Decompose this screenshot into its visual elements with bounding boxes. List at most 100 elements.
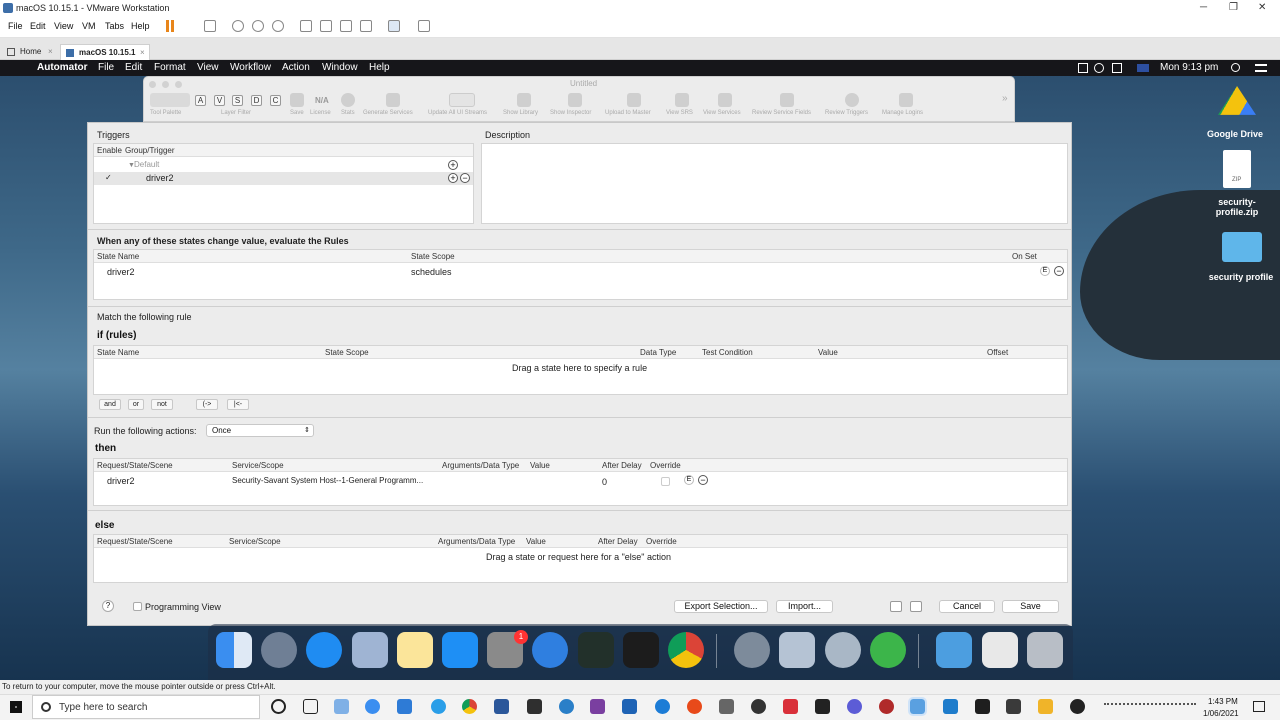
tab-close-icon[interactable]: × [140,45,145,61]
mac-menu-workflow[interactable]: Workflow [230,60,271,76]
state-scope-cell[interactable]: schedules [411,267,452,277]
revert-icon[interactable] [252,20,264,32]
splitter[interactable] [88,417,1071,418]
taskbar-app-icon[interactable] [655,699,670,714]
safari-icon[interactable] [306,632,342,668]
taskbar-date[interactable]: 1/06/2021 [1203,709,1239,718]
enable-checkbox[interactable]: ✓ [105,173,112,182]
else-drop-placeholder[interactable]: Drag a state or request here for a "else… [486,552,671,562]
generate-services-icon[interactable] [386,93,400,107]
mac-clock[interactable]: Mon 9:13 pm [1160,60,1218,76]
edit-state-button[interactable]: E [1040,266,1050,276]
windows-start-icon[interactable] [10,701,22,713]
run-frequency-select[interactable]: Once ⇕ [206,424,314,437]
then-request-cell[interactable]: driver2 [107,476,135,486]
toolbar-v-button[interactable]: V [214,95,225,106]
notification-icon[interactable] [1253,701,1265,712]
snapshot-manager-icon[interactable] [272,20,284,32]
documents-stack-icon[interactable] [982,632,1018,668]
taskbar-app-icon[interactable] [847,699,862,714]
or-button[interactable]: or [128,399,144,410]
save-icon[interactable] [290,93,304,107]
mac-menu-view[interactable]: View [197,60,219,76]
taskbar-app-icon[interactable] [559,699,574,714]
menu-edit[interactable]: Edit [30,21,46,31]
else-table[interactable]: Request/State/Scene Service/Scope Argume… [93,534,1068,583]
send-keys-icon[interactable] [204,20,216,32]
edge-icon[interactable] [431,699,446,714]
view-services-icon[interactable] [718,93,732,107]
taskbar-app-icon[interactable] [1006,699,1021,714]
mac-menu-file[interactable]: File [98,60,114,76]
mac-menu-format[interactable]: Format [154,60,186,76]
keyboard-flag-icon[interactable] [1137,64,1149,72]
taskbar-chrome-icon[interactable] [462,699,477,714]
then-delay-cell[interactable]: 0 [602,477,607,487]
preview-icon[interactable] [825,632,861,668]
app-menu[interactable]: Automator [37,60,88,76]
mac-menu-help[interactable]: Help [369,60,390,76]
upload-master-icon[interactable] [627,93,641,107]
taskbar-search-box[interactable]: Type here to search [32,695,260,719]
taskbar-app-icon[interactable] [397,699,412,714]
snapshot-icon[interactable] [232,20,244,32]
triggers-table[interactable]: Enable Group/Trigger ▼ Default + ✓ drive… [93,143,474,224]
zoom-button[interactable] [175,81,182,88]
description-field[interactable] [481,143,1068,224]
menu-tabs[interactable]: Tabs [105,21,124,31]
export-selection-button[interactable]: Export Selection... [674,600,768,613]
cortana-icon[interactable] [271,699,286,714]
activity-monitor-icon[interactable] [578,632,614,668]
pause-icon[interactable] [166,20,174,32]
folder-icon[interactable] [1222,232,1262,262]
thumbnail-icon[interactable] [320,20,332,32]
splitter[interactable] [88,229,1071,230]
indent-button[interactable]: (-> [196,399,218,410]
menu-extras-icon[interactable] [1255,64,1267,72]
toolbar-c-button[interactable]: C [270,95,281,106]
taskbar-app-icon[interactable] [1038,699,1053,714]
taskbar-app-icon[interactable] [622,699,637,714]
tab-macos[interactable]: macOS 10.15.1 × [60,44,150,60]
sync-arrows-icon[interactable] [870,632,906,668]
edit-action-button[interactable]: E [684,475,694,485]
migration-assistant-icon[interactable] [532,632,568,668]
add-trigger-icon[interactable]: + [448,160,458,170]
spotlight-icon[interactable] [1231,63,1240,72]
taskbar-app-icon[interactable] [590,699,605,714]
downloads-folder-icon[interactable] [936,632,972,668]
control-strip-icon[interactable] [1094,63,1104,73]
automator-icon[interactable] [734,632,770,668]
toolbar-a-button[interactable]: A [195,95,206,106]
taskbar-app-icon[interactable] [719,699,734,714]
help-button[interactable]: ? [102,600,114,612]
unity-icon[interactable] [360,20,372,32]
add-row-icon[interactable]: + [448,173,458,183]
app-store-icon[interactable] [442,632,478,668]
taskbar-app-icon[interactable] [527,699,542,714]
taskbar-vmware-icon[interactable] [908,697,927,716]
screenshot-icon[interactable] [890,601,902,612]
cancel-button[interactable]: Cancel [939,600,995,613]
console-icon[interactable] [388,20,400,32]
menu-vm[interactable]: VM [82,21,96,31]
toolbar-d-button[interactable]: D [251,95,262,106]
programming-view-checkbox[interactable] [133,602,142,611]
and-button[interactable]: and [99,399,121,410]
taskbar-app-icon[interactable] [334,699,349,714]
then-service-cell[interactable]: Security-Savant System Host--1-General P… [232,476,423,485]
notes-icon[interactable] [397,632,433,668]
close-icon[interactable]: ✕ [1258,0,1266,16]
menu-view[interactable]: View [54,21,73,31]
close-button[interactable] [149,81,156,88]
trash-icon[interactable] [1027,632,1063,668]
chrome-icon[interactable] [668,632,704,668]
states-table[interactable]: State Name State Scope On Set driver2 sc… [93,249,1068,300]
taskbar-app-icon[interactable] [365,699,380,714]
minimize-icon[interactable]: ─ [1200,0,1207,16]
taskbar-app-icon[interactable] [815,699,830,714]
state-name-cell[interactable]: driver2 [107,267,135,277]
splitter[interactable] [88,306,1071,307]
finder-icon[interactable] [216,632,252,668]
stretch-icon[interactable] [418,20,430,32]
